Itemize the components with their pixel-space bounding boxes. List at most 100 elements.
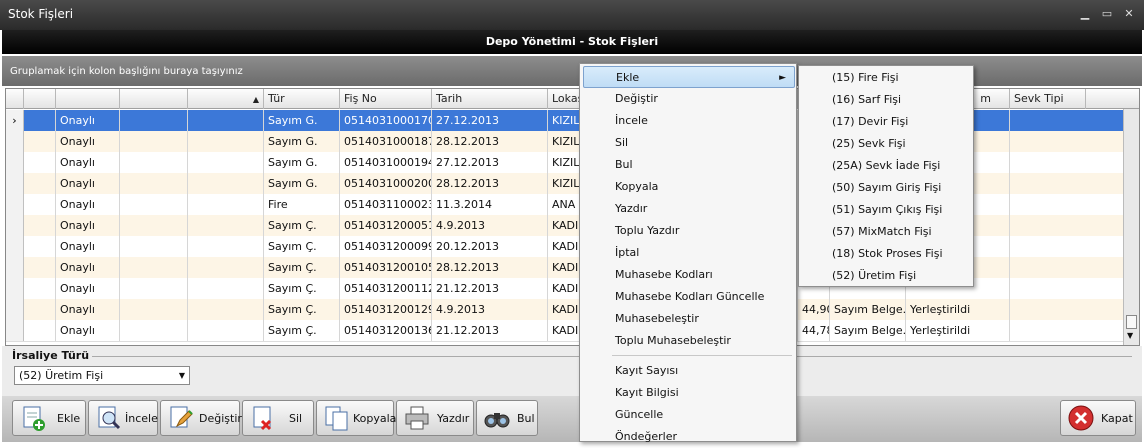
cell-sevk-tipi[interactable] [1010,215,1124,236]
context-menu-item[interactable]: İncele [583,110,795,132]
cell-sevk-tipi[interactable] [1010,257,1124,278]
cell-durum[interactable]: Onaylı [56,299,120,320]
cell-durum[interactable]: Onaylı [56,173,120,194]
edit-button[interactable]: Değiştir [160,400,242,436]
col-header-tarih[interactable]: Tarih [432,89,548,109]
cell-durum[interactable]: Onaylı [56,194,120,215]
cell-check[interactable] [24,236,56,257]
cell-sevk-tipi[interactable] [1010,173,1124,194]
context-menu-item[interactable]: Toplu Muhasebeleştir [583,330,795,352]
cell-sevk-tipi[interactable] [1010,299,1124,320]
cell-blank[interactable] [120,299,188,320]
row-indicator[interactable] [6,236,24,257]
cell-blank-2[interactable] [188,215,264,236]
cell-tarih[interactable]: 20.12.2013 [432,236,548,257]
close-button[interactable]: Kapat [1060,400,1136,436]
cell-tur[interactable]: Fire [264,194,340,215]
find-button[interactable]: Bul [476,400,538,436]
cell-fisno[interactable]: 0514031200105 [340,257,432,278]
cell-fisno[interactable]: 0514031200136 [340,320,432,341]
cell-belge[interactable]: Sayım Belge... [830,299,906,320]
cell-durum[interactable]: Onaylı [56,257,120,278]
cell-durum[interactable]: Onaylı [56,236,120,257]
print-button[interactable]: Yazdır [396,400,474,436]
cell-fisno[interactable]: 0514031200112 [340,278,432,299]
row-indicator[interactable] [6,131,24,152]
context-menu-item[interactable]: Kopyala [583,176,795,198]
cell-durum-yer[interactable]: Yerleştirildi [906,320,1010,341]
cell-blank-2[interactable] [188,131,264,152]
row-indicator[interactable] [6,173,24,194]
cell-fisno[interactable]: 0514031000200 [340,173,432,194]
submenu-item[interactable]: (51) Sayım Çıkış Fişi [802,199,972,221]
cell-tarih[interactable]: 28.12.2013 [432,131,548,152]
submenu-item[interactable]: (25A) Sevk İade Fişi [802,155,972,177]
submenu-item[interactable]: (50) Sayım Giriş Fişi [802,177,972,199]
col-header-tur[interactable]: Tür [264,89,340,109]
cell-amount[interactable]: 44,78 [798,320,830,341]
context-menu-item[interactable]: Sil [583,132,795,154]
cell-tur[interactable]: Sayım Ç. [264,299,340,320]
cell-tur[interactable]: Sayım G. [264,173,340,194]
col-header-sevk-tipi[interactable]: Sevk Tipi [1010,89,1086,109]
copy-button[interactable]: Kopyala [316,400,396,436]
col-header-fisno[interactable]: Fiş No [340,89,432,109]
table-row[interactable]: Onaylı Sayım Ç. 0514031200129 4.9.2013 KADIK… [6,299,1139,321]
cell-check[interactable] [24,131,56,152]
context-menu-item[interactable]: Yazdır [583,198,795,220]
maximize-icon[interactable]: ▭ [1098,6,1116,22]
cell-fisno[interactable]: 0514031200051 [340,215,432,236]
cell-tur[interactable]: Sayım G. [264,110,340,131]
submenu-item[interactable]: (52) Üretim Fişi [802,265,972,287]
cell-blank[interactable] [120,236,188,257]
row-indicator[interactable]: › [6,110,24,131]
cell-tarih[interactable]: 27.12.2013 [432,110,548,131]
cell-check[interactable] [24,299,56,320]
cell-sevk-tipi[interactable] [1010,320,1124,341]
cell-sevk-tipi[interactable] [1010,278,1124,299]
context-menu-item[interactable]: Kayıt Bilgisi [583,382,795,404]
cell-sevk-tipi[interactable] [1010,110,1124,131]
cell-blank[interactable] [120,152,188,173]
cell-tur[interactable]: Sayım Ç. [264,320,340,341]
irsaliye-type-select[interactable]: (52) Üretim Fişi ▼ [14,366,190,385]
delete-button[interactable]: Sil [242,400,314,436]
cell-blank[interactable] [120,110,188,131]
cell-blank[interactable] [120,257,188,278]
cell-tur[interactable]: Sayım Ç. [264,215,340,236]
context-menu-item[interactable]: Muhasebe Kodları [583,264,795,286]
close-icon[interactable]: ✕ [1120,6,1138,22]
cell-tarih[interactable]: 27.12.2013 [432,152,548,173]
row-indicator[interactable] [6,194,24,215]
cell-tarih[interactable]: 4.9.2013 [432,215,548,236]
context-menu-item[interactable]: Bul [583,154,795,176]
grid-vertical-scrollbar[interactable]: ▼ [1123,109,1139,345]
cell-durum[interactable]: Onaylı [56,152,120,173]
cell-sevk-tipi[interactable] [1010,194,1124,215]
cell-blank[interactable] [120,173,188,194]
context-menu-item[interactable]: Güncelle [583,404,795,426]
cell-blank-2[interactable] [188,278,264,299]
cell-blank-2[interactable] [188,152,264,173]
cell-amount[interactable]: 44,90 [798,299,830,320]
minimize-icon[interactable]: ▁ [1076,6,1094,22]
cell-sevk-tipi[interactable] [1010,152,1124,173]
cell-tur[interactable]: Sayım Ç. [264,257,340,278]
col-header-blank[interactable] [120,89,188,109]
cell-blank[interactable] [120,215,188,236]
cell-sevk-tipi[interactable] [1010,236,1124,257]
context-menu-item[interactable]: İptal [583,242,795,264]
row-indicator[interactable] [6,278,24,299]
cell-blank[interactable] [120,320,188,341]
col-header-check[interactable] [24,89,56,109]
cell-fisno[interactable]: 0514031000194 [340,152,432,173]
inspect-button[interactable]: İncele [88,400,158,436]
cell-tur[interactable]: Sayım G. [264,152,340,173]
context-menu-item[interactable]: Toplu Yazdır [583,220,795,242]
cell-check[interactable] [24,110,56,131]
add-button[interactable]: Ekle [12,400,86,436]
cell-tarih[interactable]: 21.12.2013 [432,320,548,341]
row-indicator[interactable] [6,299,24,320]
cell-check[interactable] [24,173,56,194]
submenu-item[interactable]: (57) MixMatch Fişi [802,221,972,243]
